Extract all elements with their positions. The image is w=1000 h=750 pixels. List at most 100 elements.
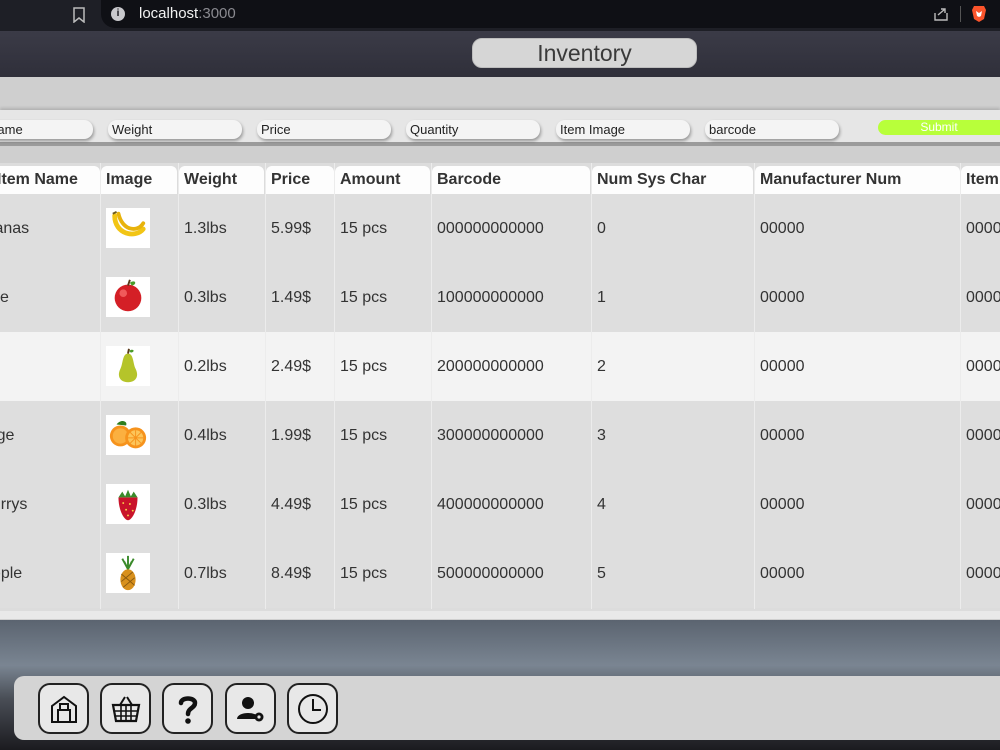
cell-name: Orange (0, 427, 15, 444)
weight-input[interactable]: Weight (108, 120, 242, 139)
banana-icon (112, 210, 146, 237)
cell-manufacturer-num: 00000 (760, 427, 805, 444)
cell-item-num: 00000 (966, 496, 1000, 513)
name-input[interactable]: Name (0, 120, 93, 139)
apple-icon (114, 279, 142, 312)
cell-barcode: 000000000000 (437, 220, 544, 237)
pear-icon (118, 348, 138, 383)
column-divider (960, 163, 961, 609)
cell-name: Bananas (0, 220, 30, 237)
strawberry-icon (118, 489, 138, 521)
warehouse-button[interactable] (38, 683, 89, 734)
column-divider (431, 163, 432, 609)
cell-weight: 0.3lbs (184, 289, 227, 306)
cell-amount: 15 pcs (340, 427, 388, 444)
user-settings-icon (237, 697, 264, 722)
submit-button[interactable]: Submit (878, 120, 1000, 135)
column-header-num-sys-char[interactable]: Num Sys Char (592, 166, 753, 194)
column-header-item-num[interactable]: Item (961, 166, 1000, 194)
help-button[interactable] (162, 683, 213, 734)
cell-name: Pineapple (0, 565, 23, 582)
cell-amount: 15 pcs (340, 358, 388, 375)
item-image (106, 484, 150, 524)
cell-amount: 15 pcs (340, 565, 388, 582)
quantity-input[interactable]: Quantity (406, 120, 540, 139)
cell-weight: 0.7lbs (184, 565, 227, 582)
column-header-barcode[interactable]: Barcode (432, 166, 590, 194)
cell-amount: 15 pcs (340, 220, 388, 237)
toolbar-divider (960, 6, 961, 22)
cell-barcode: 200000000000 (437, 358, 544, 375)
cell-barcode: 100000000000 (437, 289, 544, 306)
cell-manufacturer-num: 00000 (760, 565, 805, 582)
brave-shield-icon[interactable] (971, 5, 987, 23)
price-input[interactable]: Price (257, 120, 391, 139)
cell-item-num: 00000 (966, 358, 1000, 375)
site-info-icon[interactable]: i (111, 7, 125, 21)
cell-price: 8.49$ (271, 565, 312, 582)
basket-icon (111, 696, 141, 723)
cell-manufacturer-num: 00000 (760, 358, 805, 375)
cell-barcode: 400000000000 (437, 496, 544, 513)
item-image-input[interactable]: Item Image (556, 120, 690, 139)
column-header-weight[interactable]: Weight (179, 166, 264, 194)
cell-price: 5.99$ (271, 220, 312, 237)
cell-name: Strawberrys (0, 496, 28, 513)
cell-num-sys-char: 1 (597, 289, 606, 306)
column-divider (334, 163, 335, 609)
cell-weight: 0.2lbs (184, 358, 227, 375)
inventory-table: Bananas1.3lbs5.99$15 pcs0000000000000000… (0, 163, 1000, 619)
cell-price: 4.49$ (271, 496, 312, 513)
column-divider (591, 163, 592, 609)
cell-manufacturer-num: 00000 (760, 496, 805, 513)
user-settings-button[interactable] (225, 683, 276, 734)
column-divider (265, 163, 266, 609)
clock-icon (298, 694, 328, 724)
cell-num-sys-char: 0 (597, 220, 606, 237)
item-image (106, 346, 150, 386)
bookmark-icon[interactable] (73, 7, 85, 23)
page-title: Inventory (472, 38, 697, 68)
item-image (106, 277, 150, 317)
column-divider (100, 163, 101, 609)
cell-barcode: 300000000000 (437, 427, 544, 444)
item-image (106, 553, 150, 593)
cell-item-num: 00000 (966, 565, 1000, 582)
cell-name: Apple (0, 289, 9, 306)
column-header-price[interactable]: Price (266, 166, 334, 194)
share-icon[interactable] (933, 6, 949, 22)
history-button[interactable] (287, 683, 338, 734)
cell-num-sys-char: 3 (597, 427, 606, 444)
warehouse-icon (51, 695, 77, 723)
column-header-image[interactable]: Image (101, 166, 177, 194)
cell-num-sys-char: 2 (597, 358, 606, 375)
column-header-amount[interactable]: Amount (335, 166, 430, 194)
barcode-input[interactable]: barcode (705, 120, 839, 139)
cell-num-sys-char: 4 (597, 496, 606, 513)
cell-weight: 1.3lbs (184, 220, 227, 237)
column-divider (754, 163, 755, 609)
address-bar[interactable] (101, 0, 1000, 28)
cell-item-num: 00000 (966, 220, 1000, 237)
cell-price: 2.49$ (271, 358, 312, 375)
cell-item-num: 00000 (966, 427, 1000, 444)
cell-weight: 0.3lbs (184, 496, 227, 513)
cell-weight: 0.4lbs (184, 427, 227, 444)
cell-name: Pear (0, 358, 100, 376)
column-header-manufacturer-num[interactable]: Manufacturer Num (755, 166, 960, 194)
cell-num-sys-char: 5 (597, 565, 606, 582)
item-image (106, 208, 150, 248)
cell-price: 1.99$ (271, 427, 312, 444)
cell-manufacturer-num: 00000 (760, 220, 805, 237)
column-header-name[interactable]: Item Name (0, 166, 100, 194)
item-image (106, 415, 150, 455)
url-text[interactable]: localhost:3000 (139, 5, 236, 22)
cell-barcode: 500000000000 (437, 565, 544, 582)
cell-amount: 15 pcs (340, 496, 388, 513)
cell-manufacturer-num: 00000 (760, 289, 805, 306)
pineapple-icon (120, 555, 136, 591)
orange-icon (109, 420, 147, 449)
help-icon (178, 696, 198, 724)
shop-button[interactable] (100, 683, 151, 734)
cell-price: 1.49$ (271, 289, 312, 306)
